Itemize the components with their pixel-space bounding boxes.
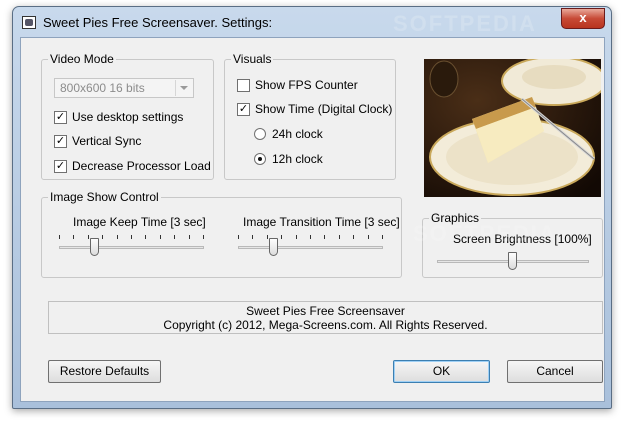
- checkbox-box[interactable]: ✓: [54, 160, 67, 173]
- slider-tick: [281, 235, 282, 239]
- slider-thumb[interactable]: [90, 238, 99, 256]
- checkbox-label: Show Time (Digital Clock): [255, 102, 393, 116]
- slider-tick: [174, 235, 175, 239]
- slider-ticks: [59, 235, 204, 241]
- slider-track: [59, 246, 204, 249]
- checkbox-box[interactable]: ✓: [54, 135, 67, 148]
- video-mode-group: Video Mode 800x600 16 bits ✓ Use desktop…: [41, 52, 214, 180]
- slider-tick: [189, 235, 190, 239]
- slider-thumb[interactable]: [269, 238, 278, 256]
- slider-tick: [324, 235, 325, 239]
- checkbox-label: Show FPS Counter: [255, 78, 358, 92]
- checkbox-box[interactable]: ✓: [54, 111, 67, 124]
- cancel-button[interactable]: Cancel: [507, 360, 603, 383]
- window-title: Sweet Pies Free Screensaver. Settings:: [43, 15, 273, 30]
- image-show-control-group: Image Show Control Image Keep Time [3 se…: [41, 190, 402, 278]
- checkbox-box[interactable]: [237, 79, 250, 92]
- slider-tick: [145, 235, 146, 239]
- image-keep-time-label: Image Keep Time [3 sec]: [73, 215, 206, 229]
- copyright-box: Sweet Pies Free Screensaver Copyright (c…: [48, 301, 603, 334]
- resolution-select[interactable]: 800x600 16 bits: [54, 78, 194, 98]
- preview-image: [424, 59, 601, 197]
- slider-ticks: [238, 235, 383, 241]
- image-keep-time-slider[interactable]: [59, 235, 204, 259]
- dialog-body: Video Mode 800x600 16 bits ✓ Use desktop…: [20, 37, 605, 402]
- slider-tick: [382, 235, 383, 239]
- slider-tick: [296, 235, 297, 239]
- slider-tick: [160, 235, 161, 239]
- slider-tick: [117, 235, 118, 239]
- checkbox-label: Decrease Processor Load: [72, 159, 211, 173]
- app-icon: [22, 16, 36, 29]
- settings-window: Sweet Pies Free Screensaver. Settings: S…: [12, 6, 612, 409]
- slider-tick: [353, 235, 354, 239]
- video-mode-legend: Video Mode: [48, 52, 116, 66]
- image-show-control-legend: Image Show Control: [48, 190, 161, 204]
- radio-label: 12h clock: [272, 152, 323, 166]
- close-button[interactable]: x: [561, 8, 605, 29]
- checkbox-label: Vertical Sync: [72, 134, 142, 148]
- watermark: SOFTPEDIA: [393, 11, 537, 36]
- title-bar[interactable]: Sweet Pies Free Screensaver. Settings: S…: [13, 7, 611, 37]
- radio-label: 24h clock: [272, 127, 323, 141]
- radio-button[interactable]: [254, 153, 266, 165]
- slider-tick: [238, 235, 239, 239]
- image-transition-time-label: Image Transition Time [3 sec]: [243, 215, 400, 229]
- slider-tick: [73, 235, 74, 239]
- slider-tick: [59, 235, 60, 239]
- slider-thumb[interactable]: [508, 252, 517, 270]
- slider-tick: [339, 235, 340, 239]
- slider-tick: [310, 235, 311, 239]
- slider-tick: [252, 235, 253, 239]
- copyright-text: Copyright (c) 2012, Mega-Screens.com. Al…: [163, 318, 488, 332]
- checkbox-label: Use desktop settings: [72, 110, 184, 124]
- screen-brightness-slider[interactable]: [437, 249, 589, 273]
- slider-tick: [131, 235, 132, 239]
- radio-button[interactable]: [254, 128, 266, 140]
- slider-track: [238, 246, 383, 249]
- slider-tick: [203, 235, 204, 239]
- visuals-group: Visuals Show FPS Counter ✓ Show Time (Di…: [224, 52, 396, 180]
- slider-tick: [102, 235, 103, 239]
- chevron-down-icon: [175, 80, 192, 96]
- graphics-group: Graphics Screen Brightness [100%] SOFTPE…: [413, 211, 603, 278]
- image-transition-time-slider[interactable]: [238, 235, 383, 259]
- watermark: SOFTPEDIA: [413, 221, 557, 246]
- cheesecake-photo: [424, 59, 601, 197]
- resolution-value: 800x600 16 bits: [60, 81, 145, 95]
- restore-defaults-button[interactable]: Restore Defaults: [48, 360, 161, 383]
- ok-button[interactable]: OK: [393, 360, 490, 383]
- product-name: Sweet Pies Free Screensaver: [246, 304, 405, 318]
- slider-tick: [368, 235, 369, 239]
- checkbox-box[interactable]: ✓: [237, 103, 250, 116]
- slider-tick: [267, 235, 268, 239]
- slider-tick: [88, 235, 89, 239]
- visuals-legend: Visuals: [231, 52, 274, 66]
